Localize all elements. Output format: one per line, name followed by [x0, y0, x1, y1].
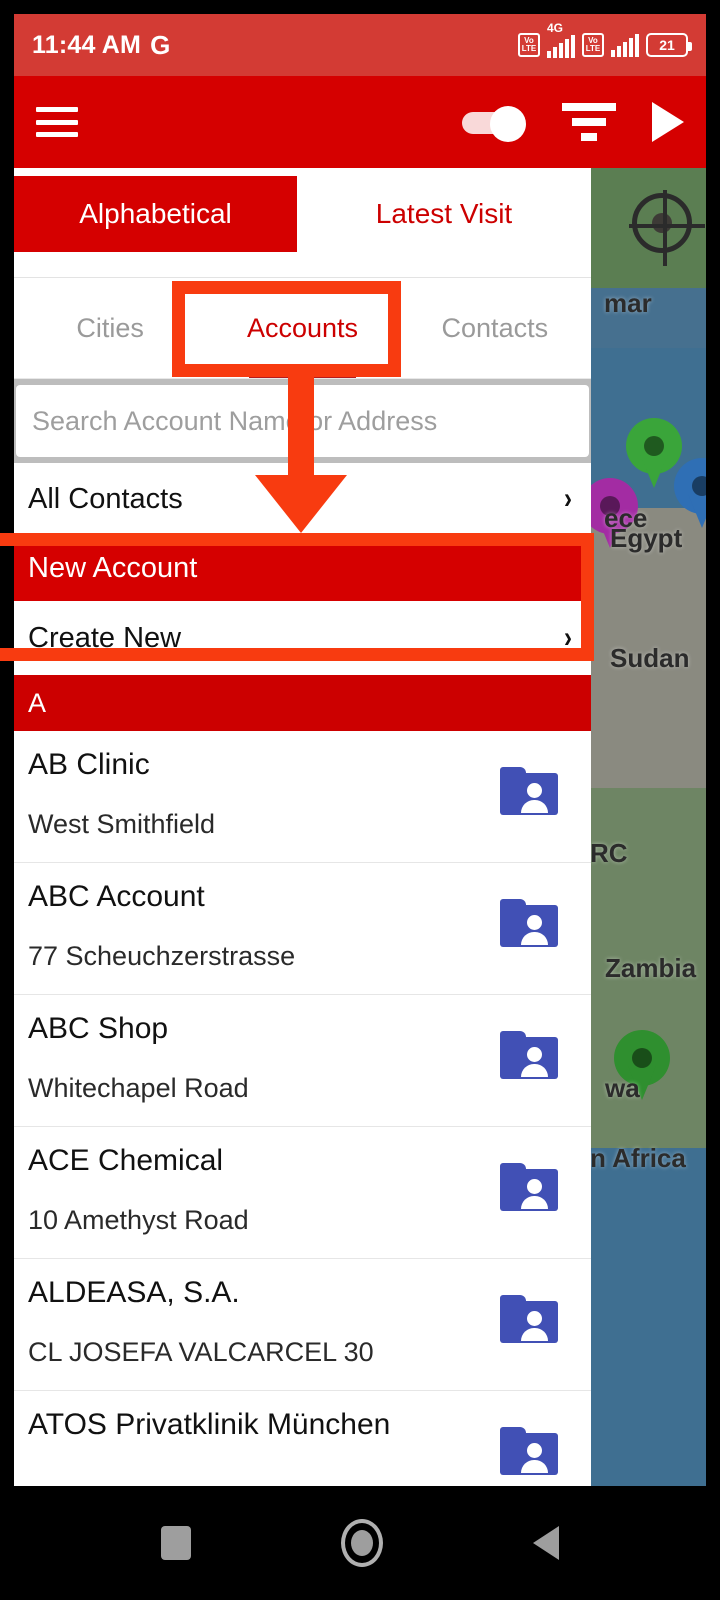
app-toolbar: [14, 76, 706, 168]
tab-accounts[interactable]: Accounts: [206, 278, 398, 378]
folder-contact-icon[interactable]: [500, 1427, 558, 1475]
toggle-knob: [490, 106, 526, 142]
pointer-arrow-shaft: [288, 377, 314, 487]
status-bar-left: 11:44 AM G: [32, 30, 171, 61]
map-list-toggle[interactable]: [462, 106, 526, 142]
signal-bars-icon-sim1: [547, 35, 575, 58]
battery-icon: 21: [646, 33, 692, 57]
map-label-2: Egypt: [610, 523, 683, 553]
folder-contact-icon[interactable]: [500, 899, 558, 947]
list-item[interactable]: ACE Chemical 10 Amethyst Road: [14, 1127, 591, 1259]
hamburger-menu-icon[interactable]: [36, 107, 78, 137]
new-account-label: New Account: [28, 551, 198, 584]
volte-icon-sim2: Vo LTE: [582, 33, 604, 57]
row-create-new[interactable]: Create New ›: [14, 601, 591, 675]
list-item[interactable]: ALDEASA, S.A. CL JOSEFA VALCARCEL 30: [14, 1259, 591, 1391]
clock: 11:44 AM: [32, 30, 142, 59]
segment-latest-visit[interactable]: Latest Visit: [297, 176, 591, 252]
home-icon[interactable]: [341, 1519, 383, 1567]
chevron-right-icon-create: ›: [564, 621, 572, 654]
status-bar: 11:44 AM G Vo LTE 4G Vo LTE 21: [14, 14, 706, 76]
all-contacts-label: All Contacts: [28, 482, 183, 515]
folder-contact-icon[interactable]: [500, 1163, 558, 1211]
folder-contact-icon[interactable]: [500, 1031, 558, 1079]
filter-sort-icon[interactable]: [562, 103, 616, 141]
toolbar-actions: [462, 102, 684, 142]
segment-alphabetical[interactable]: Alphabetical: [14, 176, 297, 252]
map-label-7: n Africa: [590, 1143, 686, 1173]
list-item[interactable]: ABC Account 77 Scheuchzerstrasse: [14, 863, 591, 995]
map-label-0: mar: [604, 288, 652, 318]
chevron-right-icon: ›: [564, 482, 572, 515]
network-label: 4G: [547, 21, 564, 35]
play-icon[interactable]: [652, 102, 684, 142]
folder-contact-icon[interactable]: [500, 1295, 558, 1343]
battery-percent-label: 21: [659, 37, 675, 53]
accounts-panel: Alphabetical Latest Visit Cities Account…: [14, 168, 591, 1486]
list-item[interactable]: ATOS Privatklinik München: [14, 1391, 591, 1486]
pointer-arrow-head: [255, 475, 347, 533]
signal-bars-icon-sim2: [611, 33, 639, 57]
my-location-icon[interactable]: [629, 190, 705, 266]
volte-bottom-label-2: LTE: [585, 44, 601, 53]
volte-bottom-label: LTE: [521, 44, 537, 53]
recent-apps-icon[interactable]: [161, 1526, 191, 1560]
status-bar-right: Vo LTE 4G Vo LTE 21: [518, 21, 692, 58]
list-item[interactable]: ABC Shop Whitechapel Road: [14, 995, 591, 1127]
list-item[interactable]: AB Clinic West Smithfield: [14, 731, 591, 863]
map-label-3: Sudan: [610, 643, 690, 673]
network-type-sim1: 4G: [547, 21, 575, 58]
google-badge-icon: G: [150, 29, 171, 60]
entity-tabs: Cities Accounts Contacts: [14, 278, 591, 379]
folder-contact-icon[interactable]: [500, 767, 558, 815]
map-label-6: wa: [605, 1073, 640, 1103]
section-header-a: A: [14, 675, 591, 731]
tab-contacts[interactable]: Contacts: [399, 278, 591, 378]
android-nav-bar: [0, 1486, 720, 1600]
back-icon[interactable]: [533, 1526, 559, 1560]
map-label-5: Zambia: [605, 953, 697, 983]
tab-cities[interactable]: Cities: [14, 278, 206, 378]
new-account-header: New Account: [14, 535, 591, 601]
map-label-4: RC: [590, 838, 628, 868]
create-new-label: Create New: [28, 621, 182, 654]
phone-screen: 11:44 AM G Vo LTE 4G Vo LTE 21 mar ece E…: [0, 0, 720, 1600]
sort-segment-control: Alphabetical Latest Visit: [14, 168, 591, 278]
volte-icon-sim1: Vo LTE: [518, 33, 540, 57]
map-pin-blue[interactable]: [674, 458, 706, 532]
